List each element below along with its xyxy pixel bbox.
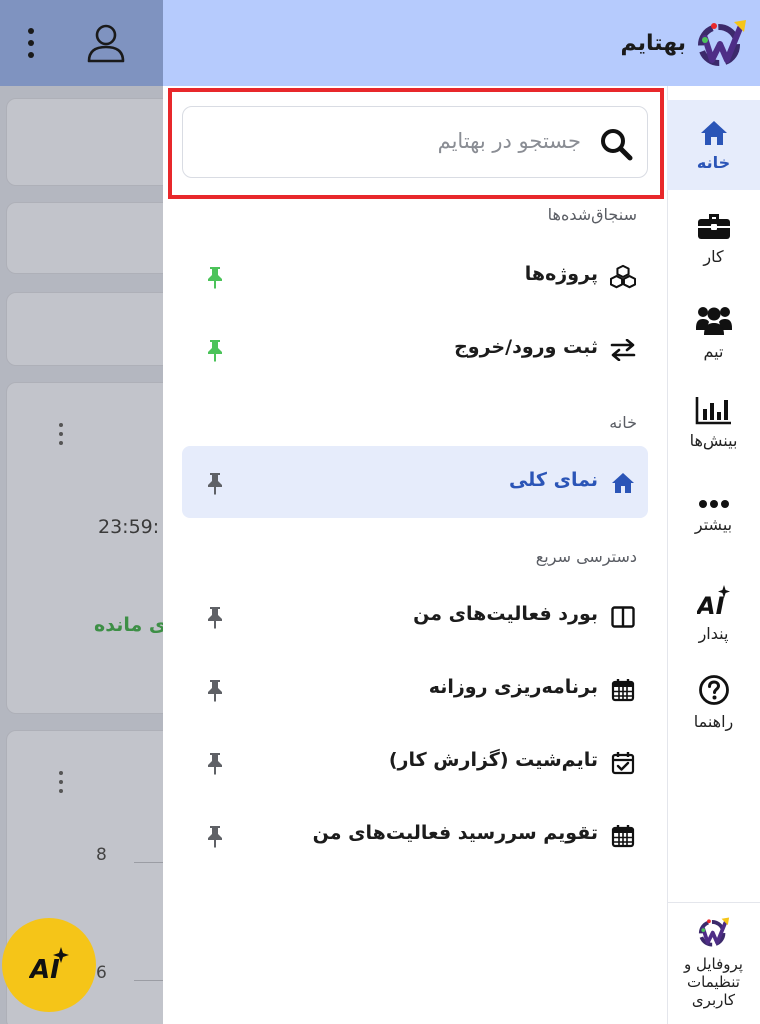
nav-item-label: تقویم سررسید فعالیت‌های من xyxy=(312,822,598,844)
nav-item-label: تایم‌شیت (گزارش کار) xyxy=(388,749,598,771)
exchange-arrows-icon xyxy=(610,337,636,363)
search-placeholder: جستجو در بهتایم xyxy=(437,129,581,153)
svg-text:AI: AI xyxy=(29,955,60,985)
nav-item-label: ثبت ورود/خروج xyxy=(454,336,598,358)
nav-item-my-activity-board[interactable]: بورد فعالیت‌های من xyxy=(182,580,648,652)
nav-item-due-date-calendar[interactable]: تقویم سررسید فعالیت‌های من xyxy=(182,799,648,871)
rail-item-label: کار xyxy=(703,246,724,266)
rail-item-work[interactable]: کار xyxy=(667,194,760,282)
nav-item-label: نمای کلی xyxy=(508,469,598,491)
brand-logo-icon xyxy=(698,917,729,947)
brand-name: بهتایم xyxy=(620,30,686,56)
rail-item-profile-settings[interactable]: پروفایل و تنظیمات کاربری xyxy=(667,902,760,1024)
background-card xyxy=(6,382,176,714)
nav-item-label: برنامه‌ریزی روزانه xyxy=(428,676,598,698)
card-more-icon xyxy=(56,423,66,445)
ai-assistant-button[interactable]: AI xyxy=(2,918,96,1012)
home-icon xyxy=(700,120,727,145)
kebab-menu-icon[interactable] xyxy=(22,25,40,61)
background-card xyxy=(6,202,176,274)
briefcase-icon xyxy=(697,213,730,239)
svg-text:AI: AI xyxy=(697,592,725,618)
pin-icon[interactable] xyxy=(205,824,225,848)
home-icon xyxy=(610,470,636,496)
rail-item-home[interactable]: خانه xyxy=(667,100,760,190)
section-title-quick-access: دسترسی سریع xyxy=(535,547,637,566)
rail-item-team[interactable]: تیم xyxy=(667,286,760,378)
rail-item-more[interactable]: بیشتر xyxy=(667,476,760,556)
rail-item-label: بیشتر xyxy=(694,514,733,534)
card-more-icon xyxy=(56,771,66,793)
nav-item-clock-in-out[interactable]: ثبت ورود/خروج xyxy=(182,313,648,385)
rail-item-label: پندار xyxy=(698,623,729,643)
nav-item-label: پروژه‌ها xyxy=(524,263,598,285)
navigation-rail: خانه کار تیم xyxy=(667,86,760,1024)
pin-icon[interactable] xyxy=(205,471,225,495)
pin-icon[interactable] xyxy=(205,678,225,702)
calendar-grid-icon xyxy=(610,677,636,703)
more-dots-icon xyxy=(698,499,729,508)
background-time-text: 23:59: xyxy=(98,516,160,538)
rail-item-insights[interactable]: بینش‌ها xyxy=(667,382,760,462)
background-axis-value: 8 xyxy=(96,845,107,865)
nav-item-overview[interactable]: نمای کلی xyxy=(182,446,648,518)
background-card xyxy=(6,98,176,186)
pin-icon[interactable] xyxy=(205,751,225,775)
nav-item-projects[interactable]: پروژه‌ها xyxy=(182,240,648,312)
cubes-icon xyxy=(610,264,636,290)
rail-item-label: راهنما xyxy=(693,711,734,731)
users-icon xyxy=(695,306,732,335)
ai-sparkle-icon: AI xyxy=(29,947,69,985)
background-axis-value: 6 xyxy=(96,963,107,983)
calendar-check-icon xyxy=(610,750,636,776)
section-title-home: خانه xyxy=(609,413,637,432)
search-input[interactable]: جستجو در بهتایم xyxy=(182,106,648,178)
drawer-header: بهتایم xyxy=(163,0,760,86)
help-icon xyxy=(698,674,729,705)
calendar-grid-icon xyxy=(610,823,636,849)
navigation-drawer: بهتایم جستجو در بهتایم سنجاق‌شده‌ها xyxy=(163,0,760,1024)
rail-item-pendar[interactable]: AI پندار xyxy=(667,570,760,656)
pin-icon[interactable] xyxy=(205,605,225,629)
section-title-pinned: سنجاق‌شده‌ها xyxy=(547,205,637,224)
rail-item-label: تیم xyxy=(703,341,724,361)
search-icon[interactable] xyxy=(599,127,633,161)
background-remaining-text: ی مانده xyxy=(94,614,167,636)
rail-item-help[interactable]: راهنما xyxy=(667,660,760,744)
rail-item-label: پروفایل و تنظیمات کاربری xyxy=(684,955,743,1009)
rail-item-label: بینش‌ها xyxy=(689,430,738,450)
brand[interactable]: بهتایم xyxy=(620,16,750,70)
pin-icon[interactable] xyxy=(205,338,225,362)
background-app-header xyxy=(0,0,163,86)
board-columns-icon xyxy=(610,604,636,630)
bar-chart-icon xyxy=(695,396,731,424)
nav-item-daily-planning[interactable]: برنامه‌ریزی روزانه xyxy=(182,653,648,725)
background-card xyxy=(6,292,176,366)
ai-sparkle-icon: AI xyxy=(697,584,730,618)
pin-icon[interactable] xyxy=(205,265,225,289)
rail-item-label: خانه xyxy=(696,152,731,172)
user-profile-icon[interactable] xyxy=(86,22,126,64)
brand-logo-icon xyxy=(698,20,746,66)
nav-item-label: بورد فعالیت‌های من xyxy=(413,603,598,625)
nav-item-timesheet[interactable]: تایم‌شیت (گزارش کار) xyxy=(182,726,648,798)
